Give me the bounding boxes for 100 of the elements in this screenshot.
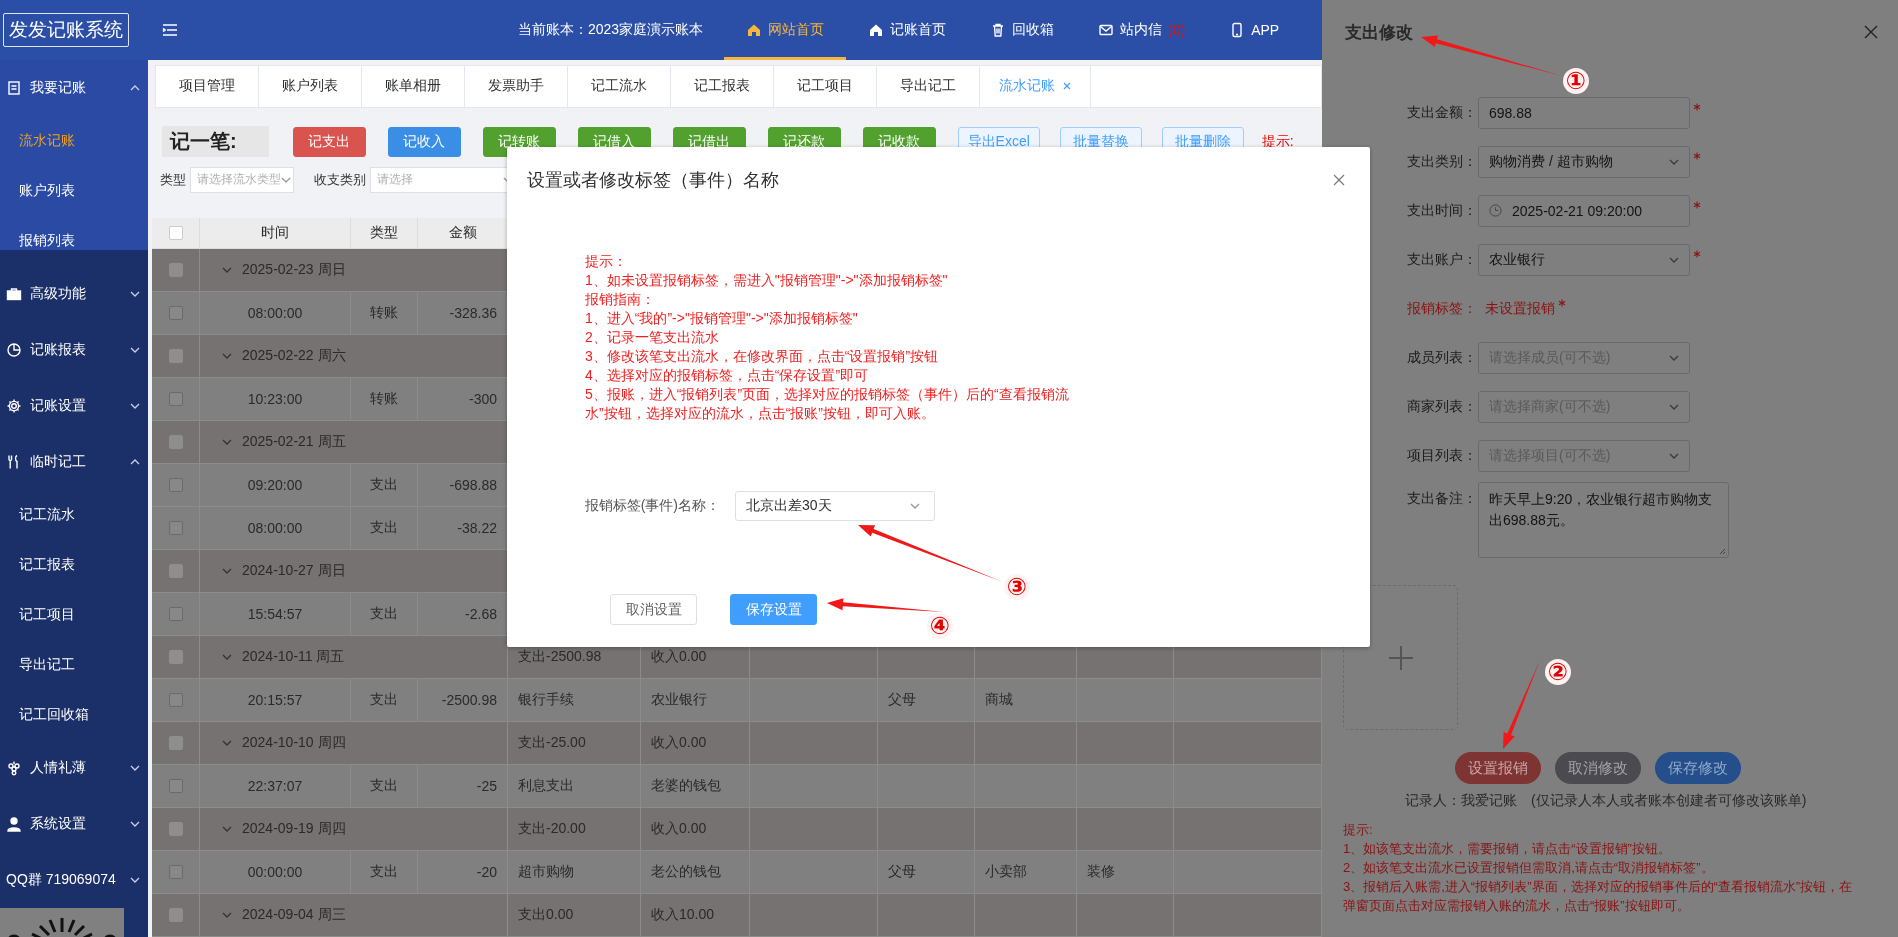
field-label: 支出时间： [1406,201,1477,220]
sidebar-group[interactable]: QQ群 719069074 [0,852,148,908]
close-icon[interactable] [1864,25,1878,39]
close-icon[interactable] [1333,173,1345,186]
table-cell: 09:20:00 [200,464,351,507]
tab[interactable]: 项目管理 [156,66,259,107]
chevron-icon [222,267,232,273]
checkbox[interactable] [168,521,183,535]
resize-grip-icon[interactable] [1719,548,1726,555]
sidebar-item[interactable]: 流水记账 [0,116,148,166]
input-field[interactable]: 698.88 [1478,96,1690,129]
chevron-icon [130,85,140,91]
sidebar-group[interactable]: 我要记账 [0,60,148,116]
tab[interactable]: 记工项目 [774,66,877,107]
grapes-icon [6,760,22,776]
tab[interactable]: 记工流水 [568,66,671,107]
checkbox[interactable] [168,908,183,922]
table-cell: -20 [418,851,508,894]
briefcase-icon [6,286,22,302]
sidebar-item[interactable]: 记工项目 [0,590,148,640]
step-badge: ① [1563,67,1589,95]
sidebar-group[interactable]: 人情礼薄 [0,740,148,796]
sidebar-item[interactable]: 记工回收箱 [0,690,148,740]
table-cell: 支出 [351,679,418,722]
chevron-icon [1669,158,1679,165]
close-icon[interactable] [1063,82,1071,91]
checkbox[interactable] [168,822,183,836]
select-field[interactable]: 农业银行 [1478,243,1690,276]
field-label: 支出类别： [1406,152,1477,171]
sidebar-group[interactable]: 记账报表 [0,322,148,378]
checkbox[interactable] [168,435,183,449]
sidebar-group[interactable]: 临时记工 [0,434,148,490]
checkbox[interactable] [168,349,183,363]
table-cell: 父母 [878,679,975,722]
action-button[interactable]: 取消修改 [1555,752,1641,784]
required-icon [1558,298,1566,307]
sidebar-item[interactable]: 导出记工 [0,640,148,690]
chevron-icon [281,176,291,183]
tip-text: 1、如该笔支出流水，需要报销，请点击“设置报销”按钮。 [1343,840,1672,858]
checkbox[interactable] [168,607,183,621]
select-field[interactable]: 北京出差30天 [735,491,935,521]
checkbox[interactable] [168,306,183,320]
tab[interactable]: 记工报表 [671,66,774,107]
tip-text: 5、报账，进入“报销列表”页面，选择对应的报销标签（事件）后的“查看报销流水”按钮，选择对应的流水，点击“报账”按钮，即可入账。 [585,385,1070,423]
chevron-icon [222,654,232,660]
group-date: 2024-10-27 周日 [242,562,346,580]
checkbox[interactable] [168,650,183,664]
sidebar-item[interactable]: 账户列表 [0,166,148,216]
menu-icon[interactable] [162,23,178,37]
nav-link[interactable]: APP [1207,0,1302,60]
sidebar-group[interactable]: 记账设置 [0,378,148,434]
action-button[interactable]: 设置报销 [1455,752,1541,784]
dialog-title: 设置或者修改标签（事件）名称 [527,168,779,192]
checkbox[interactable] [168,865,183,879]
field-label: 支出备注： [1406,490,1477,508]
sidebar-item[interactable]: 报销列表 [0,216,148,266]
app-logo[interactable]: 发发记账系统 [3,13,129,47]
checkbox[interactable] [168,263,183,277]
tab[interactable]: 发票助手 [465,66,568,107]
field-label: 支出账户： [1406,250,1477,269]
recorder-label: 记录人：我爱记账 [1405,792,1517,808]
sidebar-group[interactable]: 高级功能 [0,266,148,322]
nav-link[interactable]: 记账首页 [846,0,968,60]
chevron-icon [222,439,232,445]
checkbox[interactable] [168,779,183,793]
tab[interactable]: 账户列表 [259,66,362,107]
table-cell: 装修 [1077,851,1174,894]
nav-link[interactable]: 回收箱 [968,0,1076,60]
chevron-icon [130,821,140,827]
checkbox[interactable] [168,564,183,578]
required-icon [1693,200,1701,209]
table-cell: 支出 [351,464,418,507]
sidebar-item[interactable]: 记工流水 [0,490,148,540]
checkbox[interactable] [168,736,183,750]
step-badge: ② [1545,658,1571,686]
sidebar-group[interactable]: 系统设置 [0,796,148,852]
tab[interactable]: 账单相册 [362,66,465,107]
table-cell: 收入10.00 [641,894,750,937]
checkbox[interactable] [168,392,183,406]
tip-text: 提示: [1343,821,1374,839]
home-icon [746,22,762,38]
chevron-icon [222,740,232,746]
sidebar-item[interactable]: 记工报表 [0,540,148,590]
checkbox[interactable] [168,478,183,492]
tip-text: 2、如该笔支出流水已设置报销但需取消,请点击“取消报销标签”。 [1343,859,1715,877]
note-field[interactable]: 昨天早上9:20，农业银行超市购物支出698.88元。 [1478,482,1729,558]
step-badge: ③ [1004,573,1030,601]
tab[interactable]: 导出记工 [877,66,980,107]
action-button[interactable]: 记支出 [292,126,366,157]
column-header: 类型 [351,218,418,249]
select-field[interactable]: 购物消费 / 超市购物 [1478,145,1690,178]
table-cell: 支出-20.00 [508,808,641,851]
checkbox[interactable] [168,693,183,707]
action-button[interactable]: 取消设置 [610,594,697,625]
person-icon [6,816,22,832]
table-cell: 支出 [351,507,418,550]
chevron-icon [1669,256,1679,263]
date-time-field[interactable]: 2025-02-21 09:20:00 [1478,194,1690,227]
nav-link[interactable]: 站内信 (0) [1076,0,1208,60]
field-label: 报销标签： [1406,299,1477,318]
